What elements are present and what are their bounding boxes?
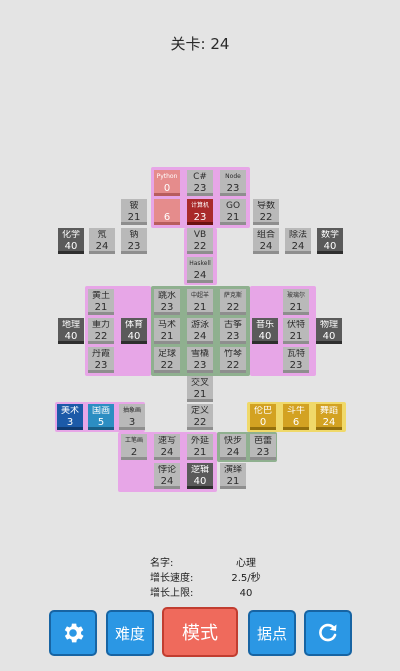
tile-vb[interactable]: VB 22 (187, 228, 213, 254)
info-speed-value: 2.5/秒 (231, 573, 261, 584)
tile-extension[interactable]: 外延 21 (187, 434, 213, 460)
tile-intersect[interactable]: 交叉 21 (187, 376, 213, 402)
tile-combination[interactable]: 组合 24 (253, 228, 279, 254)
difficulty-button[interactable]: 难度 (106, 610, 154, 656)
info-name-value: 心理 (236, 558, 256, 569)
tile-geography[interactable]: 地理 40 (58, 318, 84, 344)
tile-guzheng[interactable]: 古筝 23 (220, 318, 246, 344)
tile-sports[interactable]: 体育 40 (121, 318, 147, 344)
tile-python[interactable]: Python 0 (154, 170, 180, 196)
tile-nitrogen[interactable]: 氖 24 (89, 228, 115, 254)
info-panel: 名字: 心理 增长速度: 2.5/秒 增长上限: 40 (150, 556, 278, 601)
info-limit-value: 40 (239, 588, 253, 599)
tile-fast-step[interactable]: 快步 24 (220, 434, 246, 460)
restart-button[interactable] (304, 610, 352, 656)
tile-craft[interactable]: 工笔画 2 (121, 434, 147, 460)
tile-paradox[interactable]: 悖论 24 (154, 463, 180, 489)
tile-definition[interactable]: 定义 22 (187, 404, 213, 430)
tile-haskell[interactable]: Haskell 24 (187, 257, 213, 283)
settings-button[interactable] (49, 610, 97, 656)
info-speed-label: 增长速度: (150, 573, 194, 584)
tile-deduction[interactable]: 演绎 21 (220, 463, 246, 489)
tile-node[interactable]: Node 23 (220, 170, 246, 196)
base-button[interactable]: 据点 (248, 610, 296, 656)
level-title: 关卡: 24 (170, 35, 230, 53)
tile-csharp[interactable]: C# 23 (187, 170, 213, 196)
tile-danxia[interactable]: 丹霞 23 (88, 347, 114, 373)
tile-china-cup[interactable]: 中超羊 21 (187, 289, 213, 315)
refresh-icon (319, 623, 337, 642)
tile-volt[interactable]: 伏特 21 (283, 318, 309, 344)
tile-snooker[interactable]: 雪橇 23 (187, 347, 213, 373)
tile-flute[interactable]: 竹琴 22 (220, 347, 246, 373)
tile-bo[interactable]: 铍 21 (121, 199, 147, 225)
tile-computer[interactable]: 计算机 23 (187, 199, 213, 225)
tile-art[interactable]: 美术 3 (57, 404, 83, 430)
tile-go[interactable]: GO 21 (220, 199, 246, 225)
gear-icon (64, 623, 84, 643)
tile-dance[interactable]: 斗牛 6 (283, 404, 309, 430)
tile-horse[interactable]: 马术 21 (154, 318, 180, 344)
info-name-label: 名字: (150, 558, 174, 569)
mode-button[interactable]: 模式 (162, 607, 238, 657)
tile-physics[interactable]: 物理 40 (316, 318, 342, 344)
tile-dancing[interactable]: 舞蹈 24 (316, 404, 342, 430)
tile-logic[interactable]: 逻辑 40 (187, 463, 213, 489)
tile-music[interactable]: 音乐 40 (252, 318, 278, 344)
tile-electromagnetic[interactable]: 玻璃尔 21 (283, 289, 309, 315)
tile-oil[interactable]: 抽象画 3 (119, 404, 145, 430)
tile-math[interactable]: 数学 40 (317, 228, 343, 254)
tile-watt[interactable]: 瓦特 23 (283, 347, 309, 373)
tile-ethics[interactable]: 伦巴 0 (250, 404, 276, 430)
tile-football[interactable]: 足球 22 (154, 347, 180, 373)
info-limit-label: 增长上限: (150, 588, 194, 599)
tile-sodium[interactable]: 钠 23 (121, 228, 147, 254)
tile-ballet[interactable]: 芭蕾 23 (250, 434, 276, 460)
tile-conductivity[interactable]: 导数 22 (253, 199, 279, 225)
tile-sketch[interactable]: 速写 24 (154, 434, 180, 460)
tile-division[interactable]: 除法 24 (285, 228, 311, 254)
tile-lute[interactable]: 萨克斯 22 (220, 289, 246, 315)
tile-painting[interactable]: 国画 5 (88, 404, 114, 430)
tile-chemistry[interactable]: 化学 40 (58, 228, 84, 254)
tile-ganglia[interactable]: 6 (154, 199, 180, 225)
tile-gravity[interactable]: 重力 22 (88, 318, 114, 344)
tile-jumping[interactable]: 跳水 23 (154, 289, 180, 315)
tile-yellow-soil[interactable]: 黄土 21 (88, 289, 114, 315)
tile-swimming[interactable]: 游泳 24 (187, 318, 213, 344)
